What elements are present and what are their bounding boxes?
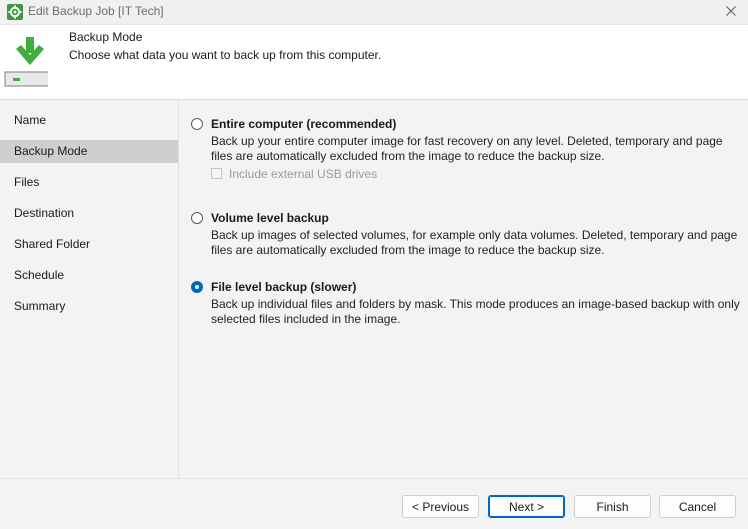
sidebar-item-files[interactable]: Files <box>0 171 178 194</box>
sidebar-item-schedule[interactable]: Schedule <box>0 264 178 287</box>
sidebar-item-backup-mode[interactable]: Backup Mode <box>0 140 178 163</box>
page-header: Backup Mode Choose what data you want to… <box>0 25 748 100</box>
include-usb-label: Include external USB drives <box>229 167 378 181</box>
option-entire-computer-label[interactable]: Entire computer (recommended) <box>211 117 396 131</box>
window-title: Edit Backup Job [IT Tech] <box>28 4 164 18</box>
option-entire-computer-description: Back up your entire computer image for f… <box>211 134 723 163</box>
option-file-level: File level backup (slower) Back up indiv… <box>191 280 741 330</box>
gear-icon <box>7 4 23 20</box>
radio-volume-level[interactable] <box>191 212 203 224</box>
next-button[interactable]: Next > <box>488 495 565 518</box>
option-volume-level-label[interactable]: Volume level backup <box>211 211 329 225</box>
finish-button[interactable]: Finish <box>574 495 651 518</box>
page-subtitle: Choose what data you want to back up fro… <box>69 48 382 62</box>
radio-file-level[interactable] <box>191 281 203 293</box>
previous-button[interactable]: < Previous <box>402 495 479 518</box>
sidebar-item-name[interactable]: Name <box>0 109 178 132</box>
page-title: Backup Mode <box>69 30 143 44</box>
option-file-level-description: Back up individual files and folders by … <box>211 297 740 326</box>
sidebar-item-destination[interactable]: Destination <box>0 202 178 225</box>
option-volume-level-description: Back up images of selected volumes, for … <box>211 228 738 257</box>
download-drive-icon <box>4 37 54 95</box>
sidebar-item-shared-folder[interactable]: Shared Folder <box>0 233 178 256</box>
radio-entire-computer[interactable] <box>191 118 203 130</box>
close-icon <box>726 5 736 19</box>
option-volume-level: Volume level backup Back up images of se… <box>191 211 741 261</box>
option-entire-computer: Entire computer (recommended) Back up yo… <box>191 117 741 187</box>
include-usb-checkbox[interactable] <box>211 168 222 179</box>
sidebar-item-summary[interactable]: Summary <box>0 295 178 318</box>
wizard-steps-sidebar: Name Backup Mode Files Destination Share… <box>0 100 179 478</box>
backup-mode-panel: Entire computer (recommended) Back up yo… <box>179 100 748 478</box>
wizard-footer: < Previous Next > Finish Cancel <box>0 478 748 529</box>
cancel-button[interactable]: Cancel <box>659 495 736 518</box>
option-file-level-label[interactable]: File level backup (slower) <box>211 280 356 294</box>
close-button[interactable] <box>714 0 748 24</box>
title-bar: Edit Backup Job [IT Tech] <box>0 0 748 25</box>
